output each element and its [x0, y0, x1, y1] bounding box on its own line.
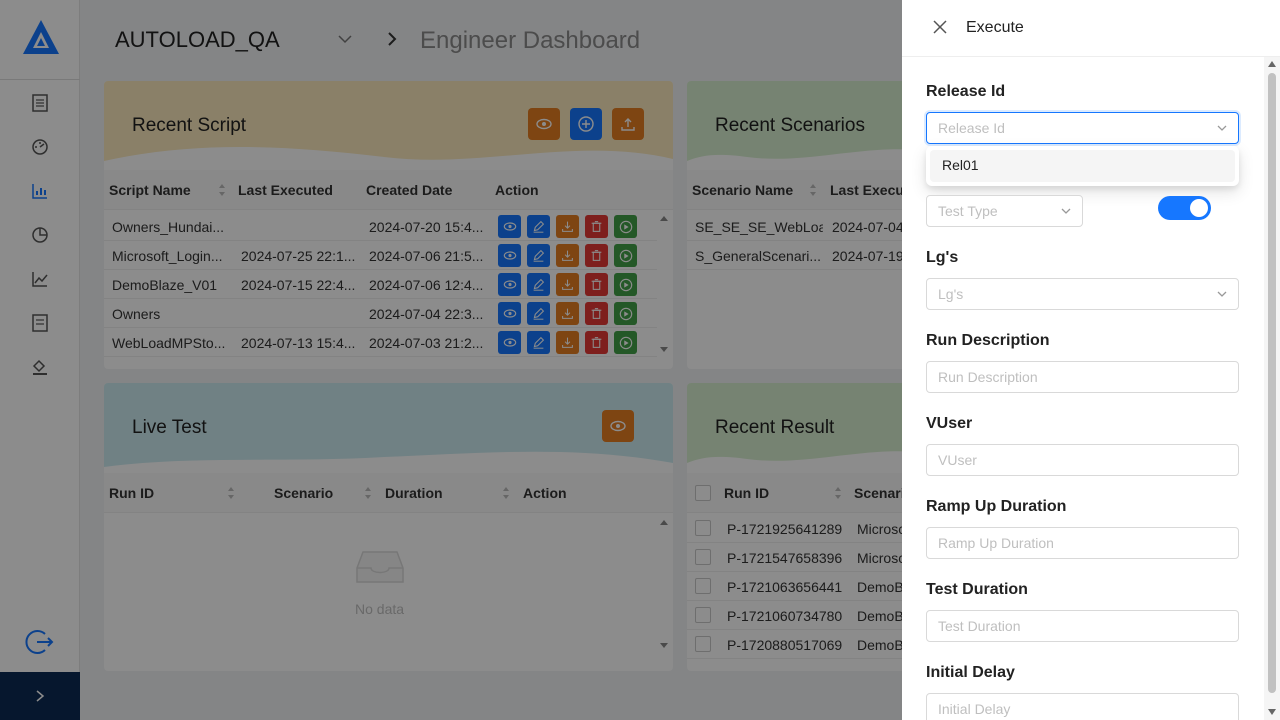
drawer-title: Execute: [966, 19, 1024, 36]
release-id-select[interactable]: Release Id: [926, 112, 1239, 144]
test-duration-placeholder: Test Duration: [938, 618, 1021, 634]
release-id-dropdown: Rel01: [926, 146, 1239, 186]
initial-delay-label: Initial Delay: [926, 664, 1015, 681]
vuser-input[interactable]: VUser: [926, 444, 1239, 476]
run-description-label: Run Description: [926, 332, 1050, 349]
drawer-scrollbar[interactable]: [1264, 57, 1280, 720]
test-type-select[interactable]: Test Type: [926, 195, 1083, 227]
vuser-placeholder: VUser: [938, 452, 977, 468]
dropdown-option[interactable]: Rel01: [930, 150, 1235, 182]
toggle-switch[interactable]: [1158, 196, 1211, 220]
chevron-down-icon: [1217, 291, 1227, 297]
drawer-header: Execute: [902, 0, 1280, 57]
scroll-down-icon[interactable]: [1268, 709, 1276, 715]
chevron-down-icon: [1061, 208, 1071, 214]
run-description-input[interactable]: Run Description: [926, 361, 1239, 393]
lgs-select[interactable]: Lg's: [926, 278, 1239, 310]
lgs-label: Lg's: [926, 249, 959, 266]
release-id-label: Release Id: [926, 83, 1006, 100]
chevron-down-icon: [1217, 125, 1227, 131]
initial-delay-placeholder: Initial Delay: [938, 701, 1011, 717]
run-description-placeholder: Run Description: [938, 369, 1038, 385]
test-duration-input[interactable]: Test Duration: [926, 610, 1239, 642]
execute-drawer: Execute Release Id Release Id Rel01 Test…: [902, 0, 1280, 720]
vuser-label: VUser: [926, 415, 973, 432]
scroll-up-icon[interactable]: [1268, 61, 1276, 67]
release-id-placeholder: Release Id: [938, 120, 1005, 136]
test-duration-label: Test Duration: [926, 581, 1028, 598]
lgs-placeholder: Lg's: [938, 286, 964, 302]
initial-delay-input[interactable]: Initial Delay: [926, 693, 1239, 720]
ramp-up-duration-input[interactable]: Ramp Up Duration: [926, 527, 1239, 559]
test-type-placeholder: Test Type: [938, 203, 998, 219]
scrollbar-thumb[interactable]: [1268, 73, 1276, 693]
close-icon[interactable]: [932, 19, 948, 35]
ramp-up-duration-placeholder: Ramp Up Duration: [938, 535, 1054, 551]
ramp-up-duration-label: Ramp Up Duration: [926, 498, 1067, 515]
toggle-knob: [1190, 199, 1208, 217]
